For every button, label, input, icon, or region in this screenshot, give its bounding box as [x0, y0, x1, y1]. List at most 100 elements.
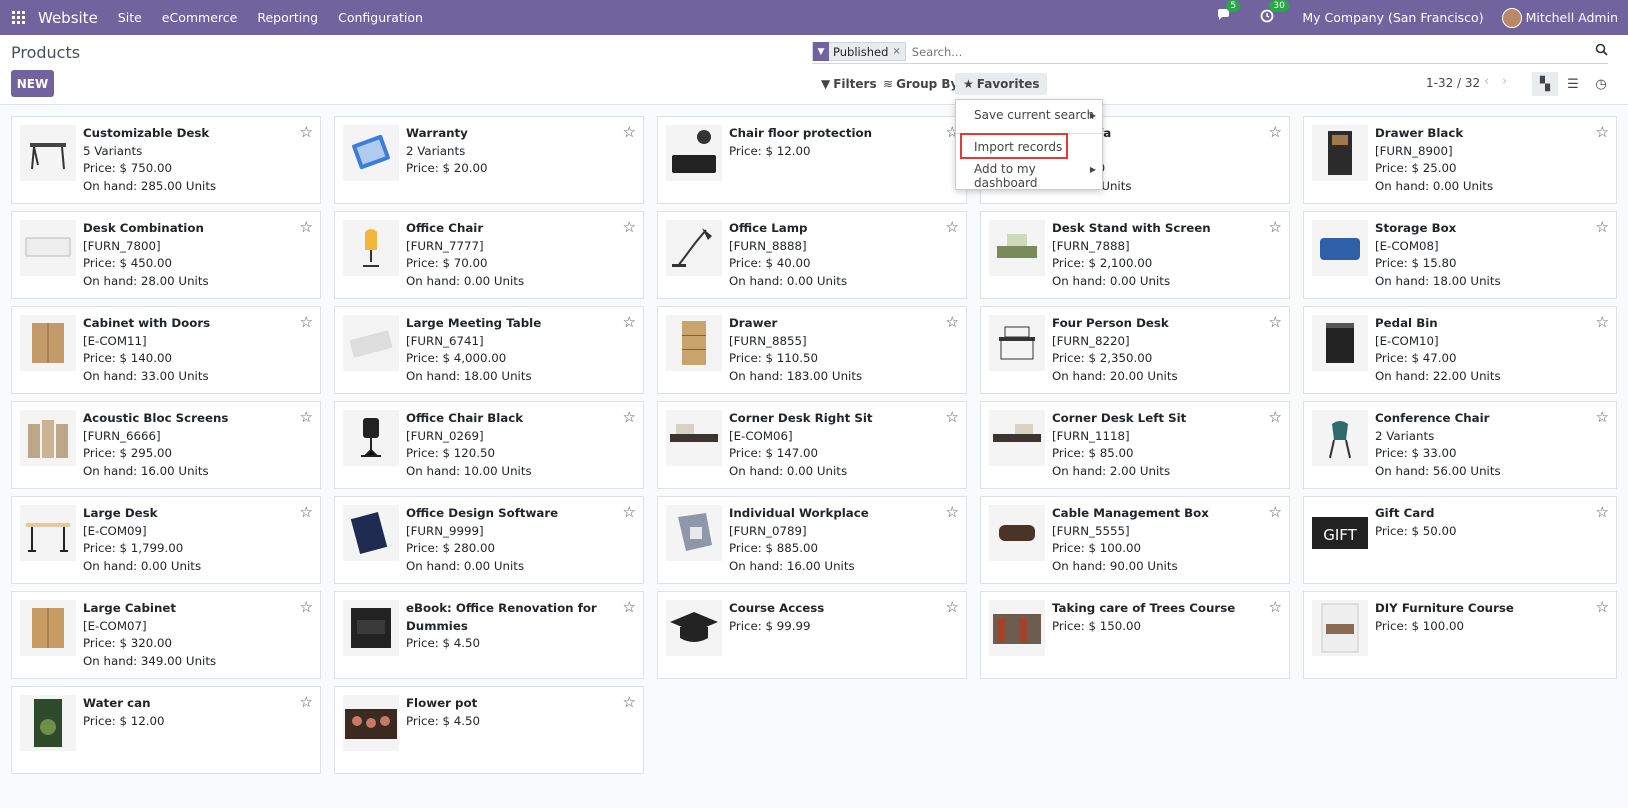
favorites-button[interactable]: ★ Favorites	[955, 73, 1048, 95]
user-avatar[interactable]	[1501, 7, 1522, 28]
product-card[interactable]: eBook: Office Renovation for Dummies Pric…	[334, 591, 644, 679]
product-name[interactable]: Large Desk	[83, 505, 201, 523]
group-by-button[interactable]: ≋ Group By	[883, 77, 958, 91]
favorite-star-icon[interactable]: ☆	[1269, 503, 1282, 521]
product-name[interactable]: Gift Card	[1375, 505, 1457, 523]
product-card[interactable]: Warranty 2 Variants Price: $ 20.00 ☆	[334, 116, 644, 204]
product-card[interactable]: Acoustic Bloc Screens [FURN_6666] Price: $…	[11, 401, 321, 489]
favorite-star-icon[interactable]: ☆	[946, 218, 959, 236]
product-name[interactable]: Conference Chair	[1375, 410, 1501, 428]
favorite-star-icon[interactable]: ☆	[300, 408, 313, 426]
product-name[interactable]: Taking care of Trees Course	[1052, 600, 1235, 618]
user-menu[interactable]: Mitchell Admin	[1526, 10, 1618, 25]
favorite-star-icon[interactable]: ☆	[623, 693, 636, 711]
product-name[interactable]: Large Meeting Table	[406, 315, 541, 333]
product-card[interactable]: Large Desk [E-COM09] Price: $ 1,799.00 On h…	[11, 496, 321, 584]
product-card[interactable]: Four Person Desk [FURN_8220] Price: $ 2,35…	[980, 306, 1290, 394]
product-card[interactable]: Large Meeting Table [FURN_6741] Price: $ 4…	[334, 306, 644, 394]
search-icon[interactable]	[1595, 43, 1608, 60]
favorite-star-icon[interactable]: ☆	[1269, 408, 1282, 426]
product-name[interactable]: Cable Management Box	[1052, 505, 1209, 523]
product-name[interactable]: Desk Stand with Screen	[1052, 220, 1211, 238]
list-view-icon[interactable]: ☰	[1560, 72, 1586, 96]
product-card[interactable]: Corner Desk Left Sit [FURN_1118] Price: $ …	[980, 401, 1290, 489]
product-name[interactable]: Flower pot	[406, 695, 480, 713]
favorite-star-icon[interactable]: ☆	[623, 503, 636, 521]
product-card[interactable]: Large Cabinet [E-COM07] Price: $ 320.00 On …	[11, 591, 321, 679]
favorite-star-icon[interactable]: ☆	[623, 313, 636, 331]
favorite-star-icon[interactable]: ☆	[623, 123, 636, 141]
apps-menu-icon[interactable]	[12, 11, 26, 25]
favorite-star-icon[interactable]: ☆	[623, 598, 636, 616]
product-card[interactable]: Water can Price: $ 12.00 ☆	[11, 686, 321, 774]
product-name[interactable]: Acoustic Bloc Screens	[83, 410, 228, 428]
favorite-star-icon[interactable]: ☆	[300, 123, 313, 141]
new-button[interactable]: NEW	[11, 70, 54, 97]
favorite-star-icon[interactable]: ☆	[946, 408, 959, 426]
facet-remove-icon[interactable]: ×	[892, 46, 904, 57]
product-name[interactable]: Drawer Black	[1375, 125, 1493, 143]
product-name[interactable]: DIY Furniture Course	[1375, 600, 1514, 618]
favorite-star-icon[interactable]: ☆	[623, 218, 636, 236]
product-name[interactable]: Four Person Desk	[1052, 315, 1178, 333]
menu-site[interactable]: Site	[118, 10, 142, 25]
product-name[interactable]: Office Design Software	[406, 505, 558, 523]
menu-reporting[interactable]: Reporting	[257, 10, 318, 25]
product-card[interactable]: Storage Box [E-COM08] Price: $ 15.80 On han…	[1303, 211, 1617, 299]
product-name[interactable]: Office Lamp	[729, 220, 847, 238]
favorite-star-icon[interactable]: ☆	[623, 408, 636, 426]
product-card[interactable]: GIFT Gift Card Price: $ 50.00 ☆	[1303, 496, 1617, 584]
page-title[interactable]: Products	[11, 43, 80, 62]
favorite-star-icon[interactable]: ☆	[1269, 598, 1282, 616]
favorite-star-icon[interactable]: ☆	[300, 218, 313, 236]
product-name[interactable]: Cabinet with Doors	[83, 315, 210, 333]
add-to-dashboard-item[interactable]: Add to my dashboard	[974, 162, 1102, 190]
product-card[interactable]: Drawer [FURN_8855] Price: $ 110.50 On hand:…	[657, 306, 967, 394]
product-card[interactable]: Cable Management Box [FURN_5555] Price: $ …	[980, 496, 1290, 584]
product-name[interactable]: Individual Workplace	[729, 505, 869, 523]
favorite-star-icon[interactable]: ☆	[1596, 598, 1609, 616]
product-name[interactable]: Large Cabinet	[83, 600, 216, 618]
product-card[interactable]: Taking care of Trees Course Price: $ 150.…	[980, 591, 1290, 679]
favorite-star-icon[interactable]: ☆	[300, 503, 313, 521]
product-card[interactable]: Corner Desk Right Sit [E-COM06] Price: $ 1…	[657, 401, 967, 489]
favorite-star-icon[interactable]: ☆	[1596, 503, 1609, 521]
favorite-star-icon[interactable]: ☆	[1596, 123, 1609, 141]
product-name[interactable]: Office Chair	[406, 220, 524, 238]
import-records-item[interactable]: Import records	[974, 140, 1062, 154]
product-name[interactable]: Warranty	[406, 125, 488, 143]
product-card[interactable]: Desk Combination [FURN_7800] Price: $ 450.…	[11, 211, 321, 299]
favorite-star-icon[interactable]: ☆	[1596, 313, 1609, 331]
product-name[interactable]: eBook: Office Renovation for Dummies	[406, 600, 643, 635]
menu-ecommerce[interactable]: eCommerce	[162, 10, 238, 25]
activity-clock-icon[interactable]: 30	[1260, 0, 1289, 27]
product-name[interactable]: Corner Desk Right Sit	[729, 410, 873, 428]
product-card[interactable]: Individual Workplace [FURN_0789] Price: $ …	[657, 496, 967, 584]
favorite-star-icon[interactable]: ☆	[1596, 218, 1609, 236]
favorite-star-icon[interactable]: ☆	[946, 598, 959, 616]
product-name[interactable]: Desk Combination	[83, 220, 209, 238]
favorite-star-icon[interactable]: ☆	[1269, 313, 1282, 331]
product-name[interactable]: Course Access	[729, 600, 824, 618]
messages-icon[interactable]: 5	[1217, 0, 1241, 26]
kanban-view-icon[interactable]: ▚	[1532, 72, 1558, 96]
product-card[interactable]: Pedal Bin [E-COM10] Price: $ 47.00 On hand:…	[1303, 306, 1617, 394]
favorite-star-icon[interactable]: ☆	[300, 313, 313, 331]
product-card[interactable]: Flower pot Price: $ 4.50 ☆	[334, 686, 644, 774]
pager-previous-icon[interactable]: ‹	[1484, 74, 1489, 89]
product-name[interactable]: Drawer	[729, 315, 862, 333]
product-card[interactable]: Drawer Black [FURN_8900] Price: $ 25.00 On …	[1303, 116, 1617, 204]
product-card[interactable]: DIY Furniture Course Price: $ 100.00 ☆	[1303, 591, 1617, 679]
product-name[interactable]: Office Chair Black	[406, 410, 532, 428]
favorite-star-icon[interactable]: ☆	[946, 503, 959, 521]
filters-button[interactable]: ▼ Filters	[821, 77, 877, 91]
product-card[interactable]: Course Access Price: $ 99.99 ☆	[657, 591, 967, 679]
product-name[interactable]: Storage Box	[1375, 220, 1501, 238]
search-input[interactable]	[911, 44, 1608, 59]
favorite-star-icon[interactable]: ☆	[1269, 123, 1282, 141]
product-card[interactable]: Cabinet with Doors [E-COM11] Price: $ 140.…	[11, 306, 321, 394]
favorite-star-icon[interactable]: ☆	[946, 313, 959, 331]
pager-next-icon[interactable]: ›	[1502, 74, 1507, 89]
favorite-star-icon[interactable]: ☆	[300, 693, 313, 711]
product-card[interactable]: Office Lamp [FURN_8888] Price: $ 40.00 On h…	[657, 211, 967, 299]
